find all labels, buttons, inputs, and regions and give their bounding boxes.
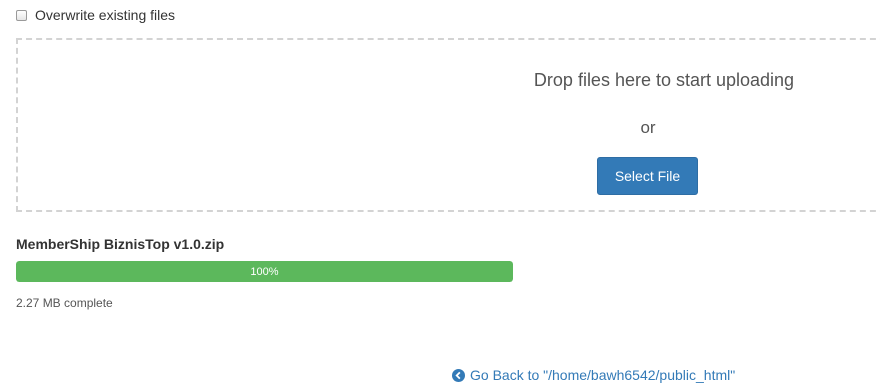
go-back-link[interactable]: Go Back to "/home/bawh6542/public_html" bbox=[452, 367, 735, 383]
or-separator: or bbox=[640, 118, 656, 137]
drop-instructions: Drop files here to start uploading bbox=[533, 70, 795, 90]
go-back-label[interactable]: Go Back to "/home/bawh6542/public_html" bbox=[470, 367, 735, 383]
select-file-button[interactable]: Select File bbox=[597, 157, 698, 195]
upload-progress-fill: 100% bbox=[16, 261, 513, 282]
arrow-circle-left-icon bbox=[452, 368, 465, 382]
upload-progress-bar: 100% bbox=[16, 261, 513, 282]
file-dropzone[interactable]: Drop files here to start uploading or Se… bbox=[16, 38, 880, 212]
upload-size-status: 2.27 MB complete bbox=[16, 296, 113, 310]
overwrite-option: Overwrite existing files bbox=[16, 6, 175, 24]
overwrite-label[interactable]: Overwrite existing files bbox=[35, 7, 175, 23]
progress-percent-label: 100% bbox=[250, 265, 279, 278]
upload-file-name: MemberShip BiznisTop v1.0.zip bbox=[16, 236, 225, 252]
overwrite-checkbox[interactable] bbox=[16, 9, 27, 21]
